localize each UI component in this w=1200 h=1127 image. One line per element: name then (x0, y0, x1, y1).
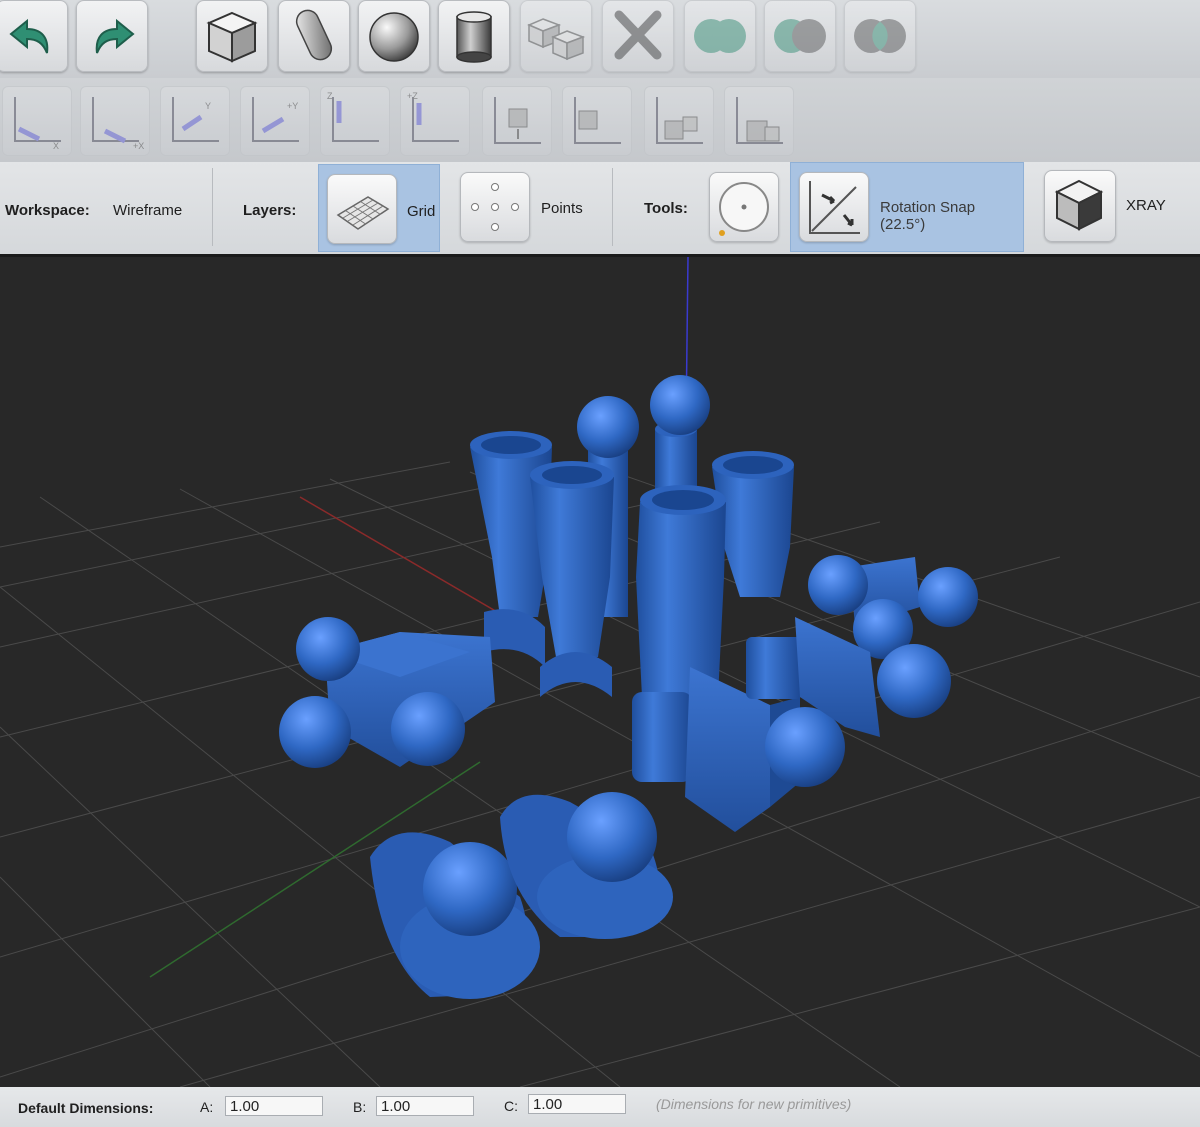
dimension-b-label: B: (353, 1099, 367, 1115)
points-icon (471, 183, 519, 231)
sphere-primitive-icon (369, 12, 419, 62)
snap-side-button[interactable] (562, 86, 632, 156)
points-label: Points (541, 200, 583, 217)
move-x-icon: X (14, 97, 61, 151)
dimension-b-input[interactable] (376, 1096, 474, 1116)
dimension-c-input[interactable] (528, 1094, 626, 1114)
rotation-snap-toggle[interactable]: Rotation Snap (22.5°) (790, 162, 1024, 252)
grid-toggle[interactable]: Grid (318, 164, 440, 252)
divider (612, 168, 613, 246)
intersect-button[interactable] (844, 0, 916, 72)
move-z-down-button[interactable]: Z (320, 86, 390, 156)
snap-bottom-button[interactable] (482, 86, 552, 156)
cylinder-primitive-icon (456, 11, 492, 63)
target-circle-icon (719, 182, 769, 236)
capsule-primitive-icon (295, 9, 333, 61)
model-part-clip[interactable] (484, 609, 545, 667)
union-button[interactable] (684, 0, 756, 72)
dimension-a-input[interactable] (225, 1096, 323, 1116)
rotation-snap-label: Rotation Snap (22.5°) (880, 199, 976, 233)
add-capsule-button[interactable] (278, 0, 350, 72)
svg-text:Z: Z (327, 91, 333, 101)
subtract-icon (774, 19, 826, 53)
delete-icon (614, 10, 662, 60)
redo-icon (95, 18, 135, 54)
snap-face-button[interactable] (724, 86, 794, 156)
cube-primitive-icon (206, 11, 258, 63)
add-sphere-button[interactable] (358, 0, 430, 72)
default-dimensions-label: Default Dimensions: (18, 1100, 154, 1116)
svg-text:+X: +X (133, 141, 144, 151)
pivot-tool-button[interactable] (709, 172, 779, 242)
snap-side-icon (574, 97, 621, 144)
snap-bottom-icon (494, 97, 541, 144)
svg-text:+Z: +Z (407, 91, 418, 101)
svg-text:Y: Y (205, 101, 211, 111)
redo-button[interactable] (76, 0, 148, 72)
dimension-a-label: A: (200, 1099, 214, 1115)
move-y-positive-button[interactable]: +Y (240, 86, 310, 156)
workspace-mode-value[interactable]: Wireframe (113, 202, 182, 219)
add-cylinder-button[interactable] (438, 0, 510, 72)
model-part-joint[interactable] (279, 617, 495, 768)
move-z-down-icon: Z (327, 91, 379, 142)
viewport-canvas[interactable] (0, 257, 1200, 1087)
workspace-label: Workspace: (5, 202, 90, 219)
main-toolbar (0, 0, 1200, 78)
dimension-c-label: C: (504, 1098, 518, 1114)
union-icon (694, 19, 746, 53)
undo-button[interactable] (0, 0, 68, 72)
svg-text:+Y: +Y (287, 101, 298, 111)
xray-label: XRAY (1126, 197, 1166, 214)
xray-cube-icon (1054, 179, 1104, 231)
options-bar: Workspace: Wireframe Layers: Grid Points… (0, 162, 1200, 257)
model-part-cup[interactable] (636, 485, 726, 697)
move-z-up-button[interactable]: +Z (400, 86, 470, 156)
undo-icon (9, 18, 49, 54)
grid-icon (327, 174, 397, 244)
group-button[interactable] (520, 0, 592, 72)
dimensions-hint: (Dimensions for new primitives) (656, 1096, 852, 1112)
move-z-up-icon: +Z (407, 91, 459, 142)
snap-corner-button[interactable] (644, 86, 714, 156)
delete-button[interactable] (602, 0, 674, 72)
divider (212, 168, 213, 246)
grid-label: Grid (407, 203, 436, 220)
svg-text:X: X (53, 141, 59, 151)
layers-label: Layers: (243, 202, 297, 219)
add-cube-button[interactable] (196, 0, 268, 72)
intersect-icon (854, 19, 906, 53)
move-y-positive-icon: +Y (252, 97, 299, 142)
move-y-icon: Y (172, 97, 219, 142)
status-bar: Default Dimensions: A: B: C: (Dimensions… (0, 1087, 1200, 1127)
snap-face-icon (736, 97, 783, 144)
move-y-button[interactable]: Y (160, 86, 230, 156)
3d-viewport[interactable] (0, 257, 1200, 1087)
move-x-positive-icon: +X (92, 97, 144, 151)
xray-toggle[interactable] (1044, 170, 1116, 242)
rotation-snap-icon (799, 172, 869, 242)
tools-label: Tools: (644, 200, 688, 217)
points-toggle[interactable] (460, 172, 530, 242)
move-x-button[interactable]: X (2, 86, 72, 156)
subtract-button[interactable] (764, 0, 836, 72)
move-x-positive-button[interactable]: +X (80, 86, 150, 156)
group-icon (527, 18, 586, 61)
snap-corner-icon (656, 97, 703, 144)
